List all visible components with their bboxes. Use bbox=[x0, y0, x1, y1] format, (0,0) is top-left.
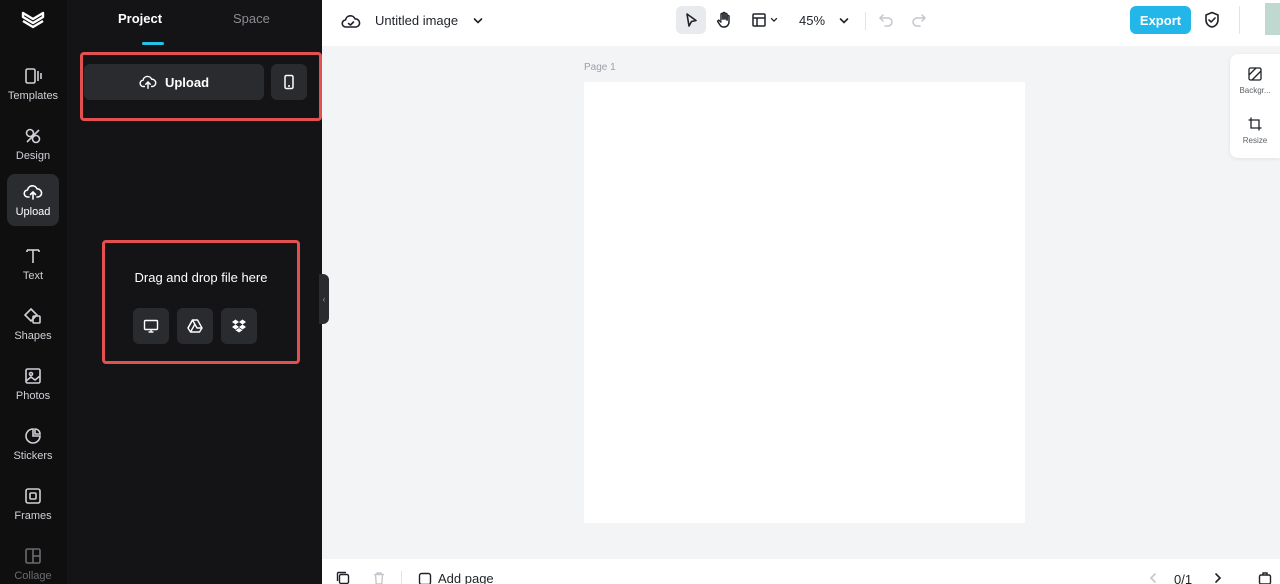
chevron-left-icon: ‹ bbox=[322, 294, 326, 304]
canvas-page[interactable] bbox=[584, 82, 1025, 523]
resize-label: Resize bbox=[1242, 136, 1268, 145]
dropbox-icon bbox=[232, 319, 246, 333]
rail-item-frames[interactable]: Frames bbox=[7, 478, 59, 530]
text-icon bbox=[26, 249, 40, 263]
active-tab-indicator bbox=[142, 42, 164, 45]
rail-item-label: Collage bbox=[14, 570, 52, 582]
rail-item-text[interactable]: Text bbox=[7, 238, 59, 290]
upload-from-phone-button[interactable] bbox=[271, 64, 307, 100]
computer-icon bbox=[143, 319, 159, 333]
background-icon bbox=[1248, 67, 1262, 81]
shield-check-icon[interactable] bbox=[1202, 10, 1222, 30]
collapse-panel-handle[interactable]: ‹ bbox=[319, 274, 329, 324]
upload-from-computer-button[interactable] bbox=[133, 308, 169, 344]
rail-item-label: Photos bbox=[15, 390, 51, 402]
zoom-level[interactable]: 45% bbox=[799, 13, 825, 28]
rail-item-upload[interactable]: Upload bbox=[7, 174, 59, 226]
layout-icon bbox=[752, 13, 766, 27]
rail-item-shapes[interactable]: Shapes bbox=[7, 298, 59, 350]
rail-item-label: Upload bbox=[15, 206, 51, 218]
bottom-divider bbox=[401, 571, 402, 584]
phone-icon bbox=[284, 74, 294, 90]
chevron-down-icon[interactable] bbox=[837, 14, 851, 28]
chevron-right-icon[interactable] bbox=[1211, 571, 1225, 584]
page-settings-icon[interactable] bbox=[1258, 571, 1272, 584]
add-page-button[interactable]: Add page bbox=[418, 571, 494, 584]
select-tool-button[interactable] bbox=[676, 6, 706, 34]
hand-tool-button[interactable] bbox=[712, 6, 736, 34]
rail-item-label: Design bbox=[15, 150, 51, 162]
chevron-left-icon[interactable] bbox=[1146, 571, 1160, 584]
document-title[interactable]: Untitled image bbox=[375, 13, 458, 28]
tab-space[interactable]: Space bbox=[233, 11, 270, 26]
shapes-icon bbox=[23, 307, 41, 324]
upload-from-dropbox-button[interactable] bbox=[221, 308, 257, 344]
collage-icon bbox=[25, 548, 41, 564]
highlight-box-dropzone bbox=[102, 240, 300, 364]
tab-project[interactable]: Project bbox=[118, 11, 162, 26]
rail-item-label: Shapes bbox=[14, 330, 52, 342]
rail-item-templates[interactable]: Templates bbox=[7, 58, 59, 110]
background-label: Backgr... bbox=[1239, 86, 1271, 95]
right-tool-panel: Backgr... Resize bbox=[1230, 54, 1280, 158]
cloud-sync-icon[interactable] bbox=[341, 12, 361, 32]
rail-item-design[interactable]: Design bbox=[7, 118, 59, 170]
trash-icon[interactable] bbox=[372, 571, 386, 584]
upload-cloud-icon bbox=[139, 75, 157, 90]
page-counter: 0/1 bbox=[1174, 572, 1193, 584]
page-label: Page 1 bbox=[584, 62, 616, 73]
drop-zone-text: Drag and drop file here bbox=[134, 270, 268, 285]
left-rail: Templates Design Upload Text Shapes Phot… bbox=[0, 0, 67, 584]
upload-from-google-drive-button[interactable] bbox=[177, 308, 213, 344]
add-page-label: Add page bbox=[438, 571, 494, 584]
rail-item-collage[interactable]: Collage bbox=[7, 538, 59, 584]
chevron-down-icon bbox=[770, 17, 778, 22]
chevron-down-icon[interactable] bbox=[471, 14, 485, 28]
upload-button-label: Upload bbox=[164, 74, 210, 90]
layout-tool-button[interactable] bbox=[748, 6, 782, 34]
toolbar-divider bbox=[1239, 6, 1240, 34]
export-button[interactable]: Export bbox=[1130, 6, 1191, 34]
photos-icon bbox=[25, 368, 41, 384]
upload-cloud-icon bbox=[23, 185, 43, 200]
undo-icon[interactable] bbox=[878, 12, 894, 28]
rail-item-label: Templates bbox=[7, 90, 59, 102]
background-button[interactable]: Backgr... bbox=[1230, 66, 1280, 95]
add-page-icon bbox=[418, 572, 432, 584]
frames-icon bbox=[25, 488, 41, 504]
rail-item-label: Text bbox=[22, 270, 44, 282]
stickers-icon bbox=[25, 428, 41, 444]
rail-item-label: Frames bbox=[14, 510, 52, 522]
top-bar: Untitled image 45% Export bbox=[322, 0, 1280, 46]
hand-icon bbox=[717, 11, 730, 28]
rail-item-stickers[interactable]: Stickers bbox=[7, 418, 59, 470]
google-drive-icon bbox=[187, 319, 203, 333]
cursor-arrow-icon bbox=[686, 13, 697, 27]
templates-icon bbox=[25, 68, 42, 84]
redo-icon[interactable] bbox=[911, 12, 927, 28]
resize-icon bbox=[1248, 117, 1262, 131]
duplicate-page-icon[interactable] bbox=[336, 571, 350, 584]
bottom-bar: Add page 0/1 bbox=[322, 559, 1280, 584]
panel-tabs: Project Space bbox=[81, 0, 308, 46]
capcut-logo-icon[interactable] bbox=[20, 8, 46, 32]
resize-button[interactable]: Resize bbox=[1230, 116, 1280, 145]
toolbar-divider bbox=[865, 12, 866, 30]
avatar[interactable] bbox=[1265, 3, 1280, 35]
upload-button[interactable]: Upload bbox=[84, 64, 264, 100]
rail-item-photos[interactable]: Photos bbox=[7, 358, 59, 410]
rail-item-label: Stickers bbox=[13, 450, 53, 462]
design-icon bbox=[25, 128, 41, 144]
